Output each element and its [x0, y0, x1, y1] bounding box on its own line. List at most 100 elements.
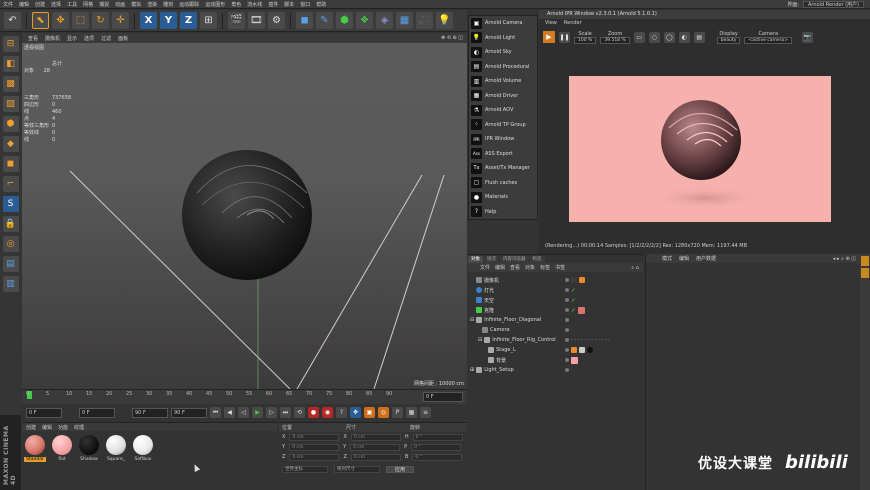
- timeline-menu-icon[interactable]: ≡: [420, 407, 431, 418]
- side-tab[interactable]: [861, 268, 869, 278]
- go-to-end-icon[interactable]: ⏭: [280, 407, 291, 418]
- camera-tag-icon[interactable]: [571, 277, 577, 283]
- menu-window[interactable]: 窗口: [300, 1, 310, 8]
- visibility-dot[interactable]: [565, 328, 569, 332]
- position-x-field[interactable]: 0 cm: [289, 433, 340, 441]
- region-icon[interactable]: ▭: [633, 31, 645, 43]
- arnold-aov-item[interactable]: ⚗ Arnold AOV: [469, 103, 537, 118]
- position-y-field[interactable]: 0 cm: [289, 443, 340, 451]
- save-image-icon[interactable]: 📷: [802, 31, 814, 43]
- live-select-icon[interactable]: ⬉: [32, 12, 49, 29]
- attr-menu-edit[interactable]: 编辑: [679, 255, 689, 262]
- arnold-volume-item[interactable]: ▥ Arnold Volume: [469, 74, 537, 89]
- edges-mode-icon[interactable]: ◆: [2, 136, 19, 152]
- viewport-menu-panel[interactable]: 面板: [118, 35, 128, 42]
- enabled-check-icon[interactable]: ✓: [571, 307, 576, 314]
- object-row[interactable]: 克隆 ✓: [468, 305, 643, 315]
- rotation-p-field[interactable]: 0 °: [411, 443, 462, 451]
- autokey-icon[interactable]: ◉: [322, 407, 333, 418]
- object-row[interactable]: 摄像机: [468, 275, 643, 285]
- cloner-icon[interactable]: ❖: [356, 12, 373, 29]
- rotation-h-field[interactable]: 0 °: [412, 433, 463, 441]
- menu-mesh[interactable]: 网格: [83, 1, 93, 8]
- enabled-check-icon[interactable]: ✓: [571, 297, 576, 304]
- play-backward-icon[interactable]: ◁: [238, 407, 249, 418]
- om-menu-view[interactable]: 查看: [510, 264, 520, 271]
- snap-icon[interactable]: S: [2, 196, 19, 212]
- viewport-menu-options[interactable]: 选项: [84, 35, 94, 42]
- pla-key-icon[interactable]: ▦: [406, 407, 417, 418]
- object-row[interactable]: Stage_L: [468, 345, 643, 355]
- material-menu-edit[interactable]: 编辑: [42, 424, 52, 431]
- material-swatch[interactable]: flat: [51, 435, 73, 462]
- material-swatch[interactable]: Square_: [105, 435, 127, 462]
- ipr-menu-view[interactable]: View: [545, 20, 557, 26]
- om-menu-edit[interactable]: 编辑: [495, 264, 505, 271]
- flush-caches-item[interactable]: ▢ Flush caches: [469, 176, 537, 191]
- scale-icon[interactable]: ⬚: [72, 12, 89, 29]
- object-row[interactable]: Camera: [468, 325, 643, 335]
- layout-select[interactable]: Arnold Render (用户): [802, 0, 864, 8]
- tab-structure[interactable]: 构造: [529, 256, 545, 263]
- start-frame-field[interactable]: 0 F: [26, 407, 62, 418]
- rotation-b-field[interactable]: 0 °: [412, 453, 463, 461]
- menu-edit[interactable]: 编辑: [19, 1, 29, 8]
- om-menu-bookmarks[interactable]: 书签: [555, 264, 565, 271]
- menu-script[interactable]: 脚本: [284, 1, 294, 8]
- ipr-menu-render[interactable]: Render: [564, 20, 582, 26]
- z-axis-button[interactable]: Z: [180, 12, 197, 29]
- menu-plugins[interactable]: 插件: [268, 1, 278, 8]
- model-mode-icon[interactable]: ◧: [2, 56, 19, 72]
- size-z-field[interactable]: 0 cm: [350, 453, 401, 461]
- menu-sculpt[interactable]: 雕刻: [163, 1, 173, 8]
- coordinate-system-icon[interactable]: ⊞: [200, 12, 217, 29]
- play-icon[interactable]: ▶: [252, 407, 263, 418]
- end-frame-field[interactable]: 90 F: [132, 407, 168, 418]
- points-mode-icon[interactable]: ⬢: [2, 116, 19, 132]
- undo-icon[interactable]: ↶: [4, 12, 21, 29]
- visibility-dot[interactable]: [565, 368, 569, 372]
- visibility-dot[interactable]: [565, 338, 569, 342]
- texture-mode-icon[interactable]: ▩: [2, 76, 19, 92]
- preview-end-field[interactable]: 90 F: [171, 407, 207, 418]
- make-editable-icon[interactable]: ⊟: [2, 36, 19, 52]
- menu-help[interactable]: 帮助: [316, 1, 326, 8]
- material-tag-icon[interactable]: [587, 347, 593, 353]
- arnold-light-item[interactable]: 💡 Arnold Light: [469, 31, 537, 46]
- material-swatch[interactable]: Standar: [24, 435, 46, 462]
- timeline[interactable]: 0 5 10 15 20 25 30 35 40 45 50 55 60 65 …: [22, 389, 467, 404]
- sculpt-layer-icon[interactable]: ▥: [2, 276, 19, 292]
- xpresso-tags-icon[interactable]: - - - - - - - - - - - -: [571, 337, 610, 343]
- render-view-icon[interactable]: 🎬: [228, 12, 245, 29]
- material-swatch[interactable]: Softbox: [132, 435, 154, 462]
- object-row[interactable]: 背景: [468, 355, 643, 365]
- material-tag-icon[interactable]: [578, 306, 586, 314]
- perspective-viewport[interactable]: 透视视图 总计 对象 28 三角形 737658 四边形 0 线 460 点4 等效三…: [22, 43, 467, 389]
- visibility-dot[interactable]: [565, 288, 569, 292]
- keyframe-selection-icon[interactable]: ?: [336, 407, 347, 418]
- materials-item[interactable]: ● Materials: [469, 190, 537, 205]
- menu-character[interactable]: 角色: [231, 1, 241, 8]
- menu-simulate[interactable]: 模拟: [131, 1, 141, 8]
- asset-tx-manager-item[interactable]: Tx Asset/Tx Manager: [469, 161, 537, 176]
- menu-tools[interactable]: 工具: [67, 1, 77, 8]
- arnold-tp-group-item[interactable]: ⁘ Arnold TP Group: [469, 118, 537, 133]
- object-row[interactable]: ⊞ Light_Setup: [468, 365, 643, 375]
- zoom-select[interactable]: 39.518 %: [600, 36, 630, 44]
- om-menu-file[interactable]: 文件: [480, 264, 490, 271]
- menu-motion-tracking[interactable]: 运动跟踪: [179, 1, 199, 8]
- viewport-menu-display[interactable]: 显示: [67, 35, 77, 42]
- param-key-icon[interactable]: P: [392, 407, 403, 418]
- loop-icon[interactable]: ⟲: [294, 407, 305, 418]
- menu-create[interactable]: 创建: [35, 1, 45, 8]
- attr-nav-icons[interactable]: ◂ ▸ ⌕ ⊕ ◫: [833, 256, 860, 262]
- enable-axis-icon[interactable]: ⌐: [2, 176, 19, 192]
- camera-icon[interactable]: 🎥: [416, 12, 433, 29]
- go-to-start-icon[interactable]: ⏮: [210, 407, 221, 418]
- cube-icon[interactable]: ◼: [296, 12, 313, 29]
- viewport-menu-filter[interactable]: 过滤: [101, 35, 111, 42]
- tab-content-browser[interactable]: 内容浏览器: [500, 256, 529, 263]
- menu-render[interactable]: 渲染: [147, 1, 157, 8]
- rotation-key-icon[interactable]: ◎: [378, 407, 389, 418]
- material-menu-texture[interactable]: 纹理: [74, 424, 84, 431]
